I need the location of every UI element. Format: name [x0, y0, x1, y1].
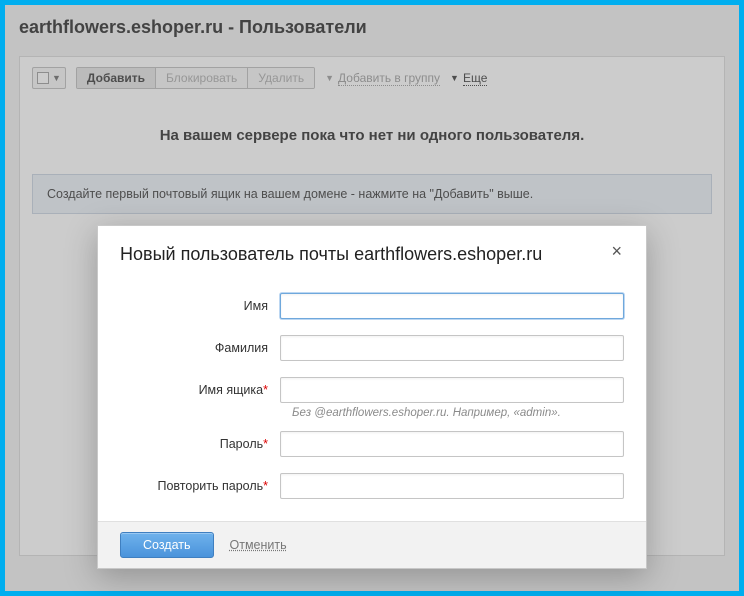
mailbox-label: Имя ящика* [120, 383, 280, 397]
mailbox-input[interactable] [280, 377, 624, 403]
first-name-row: Имя [120, 293, 624, 319]
modal-header: Новый пользователь почты earthflowers.es… [98, 226, 646, 279]
last-name-label: Фамилия [120, 341, 280, 355]
first-name-label: Имя [120, 299, 280, 313]
password-repeat-input[interactable] [280, 473, 624, 499]
create-button[interactable]: Создать [120, 532, 214, 558]
modal-footer: Создать Отменить [98, 521, 646, 568]
password-repeat-label: Повторить пароль* [120, 479, 280, 493]
first-name-input[interactable] [280, 293, 624, 319]
password-row: Пароль* [120, 431, 624, 457]
close-icon[interactable]: × [609, 244, 624, 258]
cancel-link[interactable]: Отменить [230, 538, 287, 552]
mailbox-hint-row: Без @earthflowers.eshoper.ru. Например, … [120, 407, 624, 419]
mailbox-row: Имя ящика* [120, 377, 624, 403]
password-label: Пароль* [120, 437, 280, 451]
mailbox-hint: Без @earthflowers.eshoper.ru. Например, … [292, 407, 561, 419]
last-name-input[interactable] [280, 335, 624, 361]
password-input[interactable] [280, 431, 624, 457]
last-name-row: Фамилия [120, 335, 624, 361]
modal-body: Имя Фамилия Имя ящика* Без @earthflowers… [98, 279, 646, 521]
new-user-modal: Новый пользователь почты earthflowers.es… [97, 225, 647, 569]
password-repeat-row: Повторить пароль* [120, 473, 624, 499]
modal-title: Новый пользователь почты earthflowers.es… [120, 244, 542, 265]
